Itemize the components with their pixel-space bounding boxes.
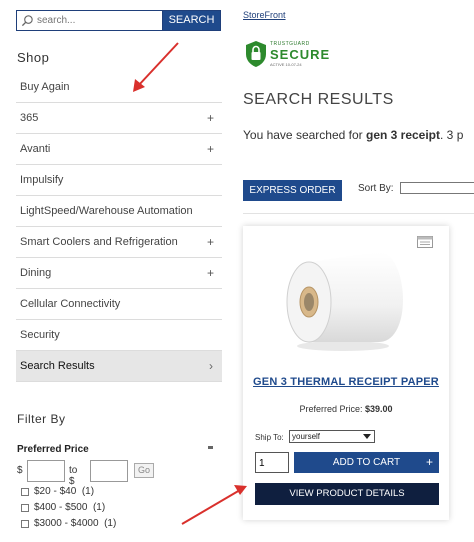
product-image[interactable]: [279, 242, 407, 354]
go-button[interactable]: Go: [134, 463, 154, 478]
sidebar-item-avanti[interactable]: Avanti +: [16, 134, 222, 165]
search-icon: [21, 15, 33, 27]
category-nav: Buy Again 365 + Avanti + Impulsify LightSp…: [16, 72, 222, 382]
price-filter-heading[interactable]: Preferred Price: [17, 444, 89, 455]
preferred-price: Preferred Price: $39.00: [299, 404, 393, 414]
view-product-details-button[interactable]: VIEW PRODUCT DETAILS: [255, 483, 439, 505]
ship-to-select[interactable]: yourself: [289, 430, 375, 443]
plus-icon[interactable]: +: [207, 258, 214, 288]
sidebar-item-label: Search Results: [20, 360, 95, 372]
price-option-label: $3000 - $4000 (1): [34, 518, 117, 529]
plus-icon[interactable]: +: [207, 227, 214, 257]
sidebar-item-lightspeed[interactable]: LightSpeed/Warehouse Automation: [16, 196, 222, 227]
checkbox[interactable]: [21, 520, 29, 528]
sidebar-item-label: Cellular Connectivity: [20, 298, 121, 310]
sidebar-item-label: Impulsify: [20, 174, 64, 186]
sidebar-item-cellular[interactable]: Cellular Connectivity: [16, 289, 222, 320]
min-price-input[interactable]: [27, 460, 65, 482]
collapse-icon[interactable]: [208, 446, 213, 449]
annotation-arrow: [181, 485, 247, 525]
list-view-icon[interactable]: [417, 236, 433, 248]
search-button[interactable]: SEARCH: [162, 10, 221, 31]
sidebar-item-365[interactable]: 365 +: [16, 103, 222, 134]
chevron-right-icon: ›: [209, 359, 213, 373]
sidebar-item-smart-coolers[interactable]: Smart Coolers and Refrigeration +: [16, 227, 222, 258]
page-title: SEARCH RESULTS: [243, 91, 394, 108]
express-order-button[interactable]: EXPRESS ORDER: [243, 180, 342, 201]
breadcrumb[interactable]: StoreFront: [243, 10, 286, 20]
sidebar-item-search-results[interactable]: Search Results ›: [16, 351, 222, 382]
badge-bottom-text: ACTIVE 10-07-24: [270, 62, 302, 67]
sidebar-item-label: 365: [20, 112, 39, 124]
quantity-input[interactable]: [255, 452, 289, 473]
search-field[interactable]: [16, 10, 162, 31]
shop-heading: Shop: [17, 50, 50, 65]
filter-heading: Filter By: [17, 412, 66, 426]
sidebar-item-label: Dining: [20, 267, 52, 279]
sort-by-label: Sort By:: [358, 183, 394, 194]
max-price-input[interactable]: [90, 460, 128, 482]
price-option-label: $400 - $500 (1): [34, 502, 106, 513]
sidebar-item-label: LightSpeed/Warehouse Automation: [20, 205, 193, 217]
divider: [243, 213, 474, 214]
currency-label: $: [17, 465, 23, 476]
search-summary: You have searched for gen 3 receipt. 3 p: [243, 128, 464, 142]
ship-to-value: yourself: [292, 432, 321, 441]
chevron-down-icon: [363, 434, 371, 439]
sidebar-item-dining[interactable]: Dining +: [16, 258, 222, 289]
to-label: to $: [69, 465, 78, 487]
checkbox[interactable]: [21, 504, 29, 512]
sidebar-item-label: Avanti: [20, 143, 51, 155]
plus-icon[interactable]: +: [207, 134, 214, 164]
sidebar-item-label: Smart Coolers and Refrigeration: [20, 236, 178, 248]
product-card: GEN 3 THERMAL RECEIPT PAPER Preferred Pr…: [243, 226, 449, 520]
search-input[interactable]: [37, 12, 159, 29]
sidebar-item-label: Buy Again: [20, 81, 70, 93]
trust-guard-badge[interactable]: TRUSTGUARD SECURE ACTIVE 10-07-24: [243, 39, 331, 71]
plus-icon: +: [425, 455, 433, 469]
sidebar-item-impulsify[interactable]: Impulsify: [16, 165, 222, 196]
add-to-cart-button[interactable]: ADD TO CART +: [294, 452, 439, 473]
sidebar-item-security[interactable]: Security: [16, 320, 222, 351]
ship-to-label: Ship To:: [255, 433, 284, 442]
plus-icon[interactable]: +: [207, 103, 214, 133]
sidebar-item-label: Security: [20, 329, 60, 341]
shield-lock-icon: [246, 41, 266, 67]
product-title-link[interactable]: GEN 3 THERMAL RECEIPT PAPER: [243, 376, 449, 388]
badge-main-text: SECURE: [270, 47, 331, 62]
price-option-label: $20 - $40 (1): [34, 486, 95, 497]
checkbox[interactable]: [21, 488, 29, 496]
sort-by-select[interactable]: [400, 182, 474, 194]
sidebar-item-buy-again[interactable]: Buy Again: [16, 72, 222, 103]
add-to-cart-label: ADD TO CART: [332, 457, 401, 468]
